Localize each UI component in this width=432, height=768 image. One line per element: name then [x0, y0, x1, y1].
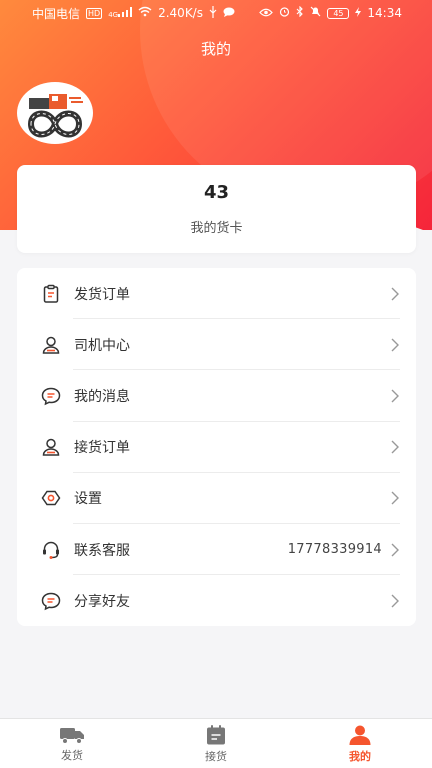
carrier-label: 中国电信	[32, 6, 81, 21]
tab-label: 我的	[349, 749, 371, 763]
network-type-label: 4G	[108, 11, 119, 19]
menu-item-driver-center[interactable]: 司机中心	[17, 319, 416, 371]
menu-item-label: 我的消息	[74, 388, 130, 405]
status-bar: 中国电信 HD 4G 2.40K/s 45 14:34	[0, 0, 432, 26]
person-icon	[349, 725, 371, 745]
bluetooth-icon	[296, 5, 304, 20]
tab-label: 接货	[205, 749, 227, 763]
menu-item-settings[interactable]: 设置	[17, 473, 416, 525]
chevron-right-icon	[391, 287, 399, 301]
headset-icon	[40, 539, 62, 561]
battery-icon: 45	[327, 7, 350, 19]
network-speed: 2.40K/s	[158, 6, 203, 20]
alarm-icon	[279, 6, 290, 20]
truck-icon	[60, 727, 84, 744]
tab-mine[interactable]: 我的	[288, 719, 432, 768]
share-chat-icon	[40, 590, 62, 612]
page-title: 我的	[200, 40, 231, 58]
menu-item-label: 司机中心	[74, 337, 130, 354]
hd-badge: HD	[86, 7, 103, 19]
usb-icon	[209, 5, 217, 21]
tab-ship[interactable]: 发货	[0, 719, 144, 768]
chevron-right-icon	[391, 440, 399, 454]
chevron-right-icon	[391, 389, 399, 403]
freight-card-count: 43	[203, 182, 230, 203]
clipboard-icon	[40, 283, 62, 305]
logo-truck-infinity-icon	[27, 94, 83, 138]
service-phone-number: 17778339914	[287, 542, 382, 558]
hexagon-settings-icon	[40, 487, 62, 509]
menu-item-share-friends[interactable]: 分享好友	[17, 575, 416, 626]
bottom-tab-bar: 发货 接货 我的	[0, 718, 432, 768]
menu-item-label: 发货订单	[74, 286, 130, 303]
mute-icon	[310, 6, 321, 20]
menu-item-ship-orders[interactable]: 发货订单	[17, 268, 416, 320]
menu-item-label: 联系客服	[74, 542, 130, 559]
signal-icon: 4G	[108, 7, 133, 19]
menu-item-receive-orders[interactable]: 接货订单	[17, 422, 416, 473]
wifi-icon	[138, 6, 152, 20]
driver-icon	[40, 334, 62, 356]
menu-item-label: 分享好友	[74, 593, 130, 610]
charging-icon	[355, 6, 362, 20]
menu-list: 发货订单 司机中心 我的消息 接货订单 设置 联系客服 17778339914 …	[17, 268, 416, 626]
chevron-right-icon	[391, 543, 399, 557]
menu-item-label: 接货订单	[74, 440, 130, 457]
menu-item-label: 设置	[74, 491, 102, 508]
avatar[interactable]	[17, 82, 93, 144]
message-icon	[40, 385, 62, 407]
clock-time: 14:34	[367, 6, 402, 20]
chevron-right-icon	[391, 491, 399, 505]
eye-icon	[259, 6, 274, 20]
calendar-icon	[207, 724, 225, 744]
chevron-right-icon	[391, 338, 399, 352]
driver-icon	[40, 436, 62, 458]
chevron-right-icon	[391, 594, 399, 608]
tab-receive[interactable]: 接货	[144, 719, 288, 768]
tab-label: 发货	[61, 748, 83, 762]
stats-card[interactable]: 43 我的货卡	[17, 165, 416, 253]
menu-item-customer-service[interactable]: 联系客服 17778339914	[17, 524, 416, 576]
menu-item-my-messages[interactable]: 我的消息	[17, 370, 416, 422]
freight-card-label: 我的货卡	[190, 221, 243, 236]
chat-notification-icon	[223, 6, 235, 20]
